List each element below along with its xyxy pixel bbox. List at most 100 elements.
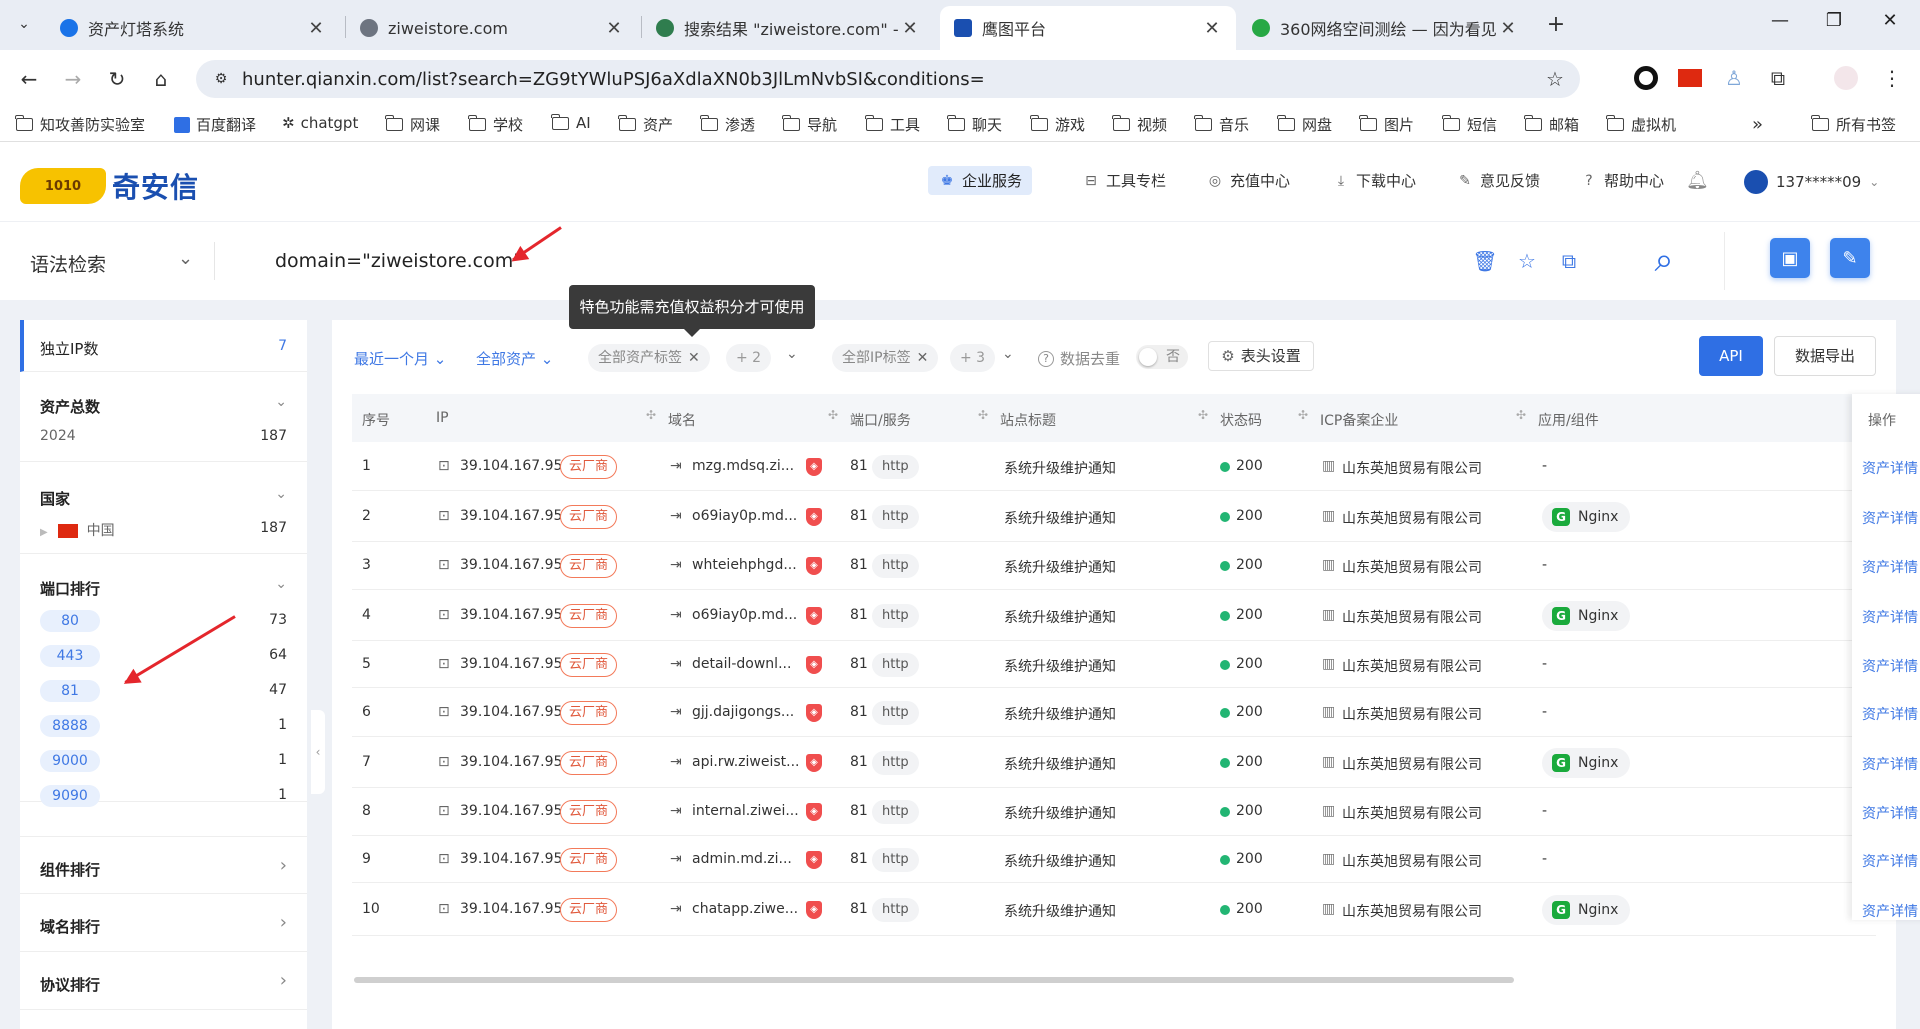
- bookmark-folder[interactable]: 音乐: [1194, 114, 1249, 135]
- domain-cell[interactable]: detail-downl...: [692, 656, 791, 672]
- browser-menu-icon[interactable]: ⋮: [1880, 66, 1904, 90]
- asset-tag-filter[interactable]: 全部资产标签 ✕: [588, 344, 710, 372]
- api-button[interactable]: API: [1699, 336, 1763, 376]
- chevron-down-icon[interactable]: ⌄: [1002, 346, 1014, 362]
- external-link-icon[interactable]: ⇥: [670, 803, 682, 819]
- header-settings-button[interactable]: ⚙ 表头设置: [1208, 341, 1314, 371]
- back-button[interactable]: ←: [14, 64, 44, 94]
- bookmark-folder[interactable]: 学校: [468, 114, 523, 135]
- icp-company-cell[interactable]: 山东英旭贸易有限公司: [1342, 803, 1482, 823]
- bookmark-folder[interactable]: 工具: [865, 114, 920, 135]
- sidebar-unique-ip[interactable]: 独立IP数 7: [20, 320, 307, 372]
- list-item[interactable]: ▶ 中国 187: [40, 520, 287, 540]
- bookmark-folder[interactable]: 导航: [782, 114, 837, 135]
- home-button[interactable]: ⌂: [146, 64, 176, 94]
- component-badge[interactable]: G Nginx: [1542, 894, 1631, 925]
- bookmark-item[interactable]: 百度翻译: [174, 114, 256, 135]
- asset-detail-link[interactable]: 资产详情: [1862, 901, 1918, 921]
- domain-cell[interactable]: chatapp.ziwe...: [692, 901, 798, 917]
- ip-cell[interactable]: 39.104.167.95: [460, 803, 562, 819]
- time-filter[interactable]: 最近一个月 ⌄: [354, 348, 446, 369]
- risk-shield-icon[interactable]: ◈: [806, 753, 822, 772]
- port-pill[interactable]: 80: [40, 610, 100, 632]
- external-link-icon[interactable]: ⇥: [670, 754, 682, 770]
- port-pill[interactable]: 8888: [40, 715, 100, 737]
- bookmark-folder[interactable]: 图片: [1359, 114, 1414, 135]
- ip-cell[interactable]: 39.104.167.95: [460, 851, 562, 867]
- trash-icon[interactable]: 🗑︎: [1472, 248, 1498, 274]
- column-resize-icon[interactable]: ✣: [1298, 408, 1308, 422]
- nav-tools[interactable]: ⊟ 工具专栏: [1082, 170, 1166, 191]
- ip-tag-more[interactable]: + 3: [950, 344, 996, 372]
- dedup-toggle[interactable]: 否: [1136, 345, 1188, 369]
- external-link-icon[interactable]: ⇥: [670, 557, 682, 573]
- new-tab-button[interactable]: +: [1540, 9, 1572, 39]
- port-cell[interactable]: 81: [850, 851, 868, 867]
- list-item[interactable]: 2024 187: [40, 428, 287, 444]
- risk-shield-icon[interactable]: ◈: [806, 803, 822, 821]
- icp-company-cell[interactable]: 山东英旭贸易有限公司: [1342, 508, 1482, 528]
- nav-recharge[interactable]: ◎ 充值中心: [1206, 170, 1290, 191]
- bookmark-folder[interactable]: 游戏: [1030, 114, 1085, 135]
- asset-filter[interactable]: 全部资产 ⌄: [476, 348, 553, 369]
- notification-bell-icon[interactable]: 🔔︎: [1686, 170, 1709, 191]
- port-cell[interactable]: 81: [850, 458, 868, 474]
- sidebar-domains[interactable]: 域名排行 ›: [20, 894, 307, 952]
- browser-tab[interactable]: ziweistore.com ✕: [346, 6, 638, 50]
- sidebar-protocols[interactable]: 协议排行 ›: [20, 952, 307, 1010]
- ip-cell[interactable]: 39.104.167.95: [460, 607, 562, 623]
- minimize-button[interactable]: —: [1750, 10, 1810, 40]
- window-close-button[interactable]: ✕: [1860, 10, 1920, 40]
- bookmark-folder[interactable]: 邮箱: [1524, 114, 1579, 135]
- ip-cell[interactable]: 39.104.167.95: [460, 901, 562, 917]
- domain-cell[interactable]: o69iay0p.md...: [692, 508, 797, 524]
- extension-trophy-icon[interactable]: ♙: [1722, 66, 1746, 90]
- bookmarks-overflow-button[interactable]: »: [1752, 114, 1763, 135]
- icp-company-cell[interactable]: 山东英旭贸易有限公司: [1342, 607, 1482, 627]
- domain-cell[interactable]: internal.ziwei...: [692, 803, 799, 819]
- all-bookmarks[interactable]: 所有书签: [1811, 114, 1896, 135]
- port-cell[interactable]: 81: [850, 704, 868, 720]
- risk-shield-icon[interactable]: ◈: [806, 557, 822, 575]
- close-icon[interactable]: ✕: [1202, 18, 1222, 39]
- external-link-icon[interactable]: ⇥: [670, 607, 682, 623]
- bookmark-star-icon[interactable]: ☆: [1540, 67, 1570, 91]
- close-icon[interactable]: ✕: [1498, 18, 1518, 39]
- close-icon[interactable]: ✕: [306, 18, 326, 39]
- asset-detail-link[interactable]: 资产详情: [1862, 508, 1918, 528]
- domain-cell[interactable]: o69iay0p.md...: [692, 607, 797, 623]
- bookmark-folder[interactable]: 视频: [1112, 114, 1167, 135]
- port-cell[interactable]: 81: [850, 607, 868, 623]
- bookmark-item[interactable]: ✲ chatgpt: [282, 114, 358, 132]
- close-icon[interactable]: ✕: [604, 18, 624, 39]
- port-cell[interactable]: 81: [850, 656, 868, 672]
- star-icon[interactable]: ☆: [1514, 248, 1540, 274]
- asset-detail-link[interactable]: 资产详情: [1862, 803, 1918, 823]
- external-link-icon[interactable]: ⇥: [670, 704, 682, 720]
- bookmark-item[interactable]: 知攻善防实验室: [15, 114, 145, 135]
- port-cell[interactable]: 81: [850, 803, 868, 819]
- chevron-down-icon[interactable]: ⌄: [275, 576, 287, 592]
- risk-shield-icon[interactable]: ◈: [806, 703, 822, 722]
- sidebar-components[interactable]: 组件排行 ›: [20, 836, 307, 894]
- chevron-down-icon[interactable]: ⌄: [275, 394, 287, 410]
- domain-cell[interactable]: mzg.mdsq.zi...: [692, 458, 794, 474]
- extension-flag-icon[interactable]: [1678, 69, 1702, 87]
- ip-cell[interactable]: 39.104.167.95: [460, 557, 562, 573]
- domain-cell[interactable]: whteiehphgd...: [692, 557, 797, 573]
- ip-cell[interactable]: 39.104.167.95: [460, 754, 562, 770]
- asset-detail-link[interactable]: 资产详情: [1862, 607, 1918, 627]
- close-icon[interactable]: ✕: [900, 18, 920, 39]
- browser-tab[interactable]: 搜索结果 "ziweistore.com" - 网 ✕: [642, 6, 934, 50]
- risk-shield-icon[interactable]: ◈: [806, 900, 822, 919]
- close-icon[interactable]: ✕: [917, 350, 929, 366]
- nav-help[interactable]: ? 帮助中心: [1580, 170, 1664, 191]
- bookmark-folder[interactable]: 网课: [385, 114, 440, 135]
- search-type-select[interactable]: 语法检索: [30, 250, 106, 277]
- column-resize-icon[interactable]: ✣: [1198, 408, 1208, 422]
- site-info-icon[interactable]: ⚙: [206, 71, 236, 87]
- component-badge[interactable]: G Nginx: [1542, 501, 1631, 532]
- column-resize-icon[interactable]: ✣: [828, 408, 838, 422]
- risk-shield-icon[interactable]: ◈: [806, 507, 822, 526]
- component-badge[interactable]: G Nginx: [1542, 600, 1631, 631]
